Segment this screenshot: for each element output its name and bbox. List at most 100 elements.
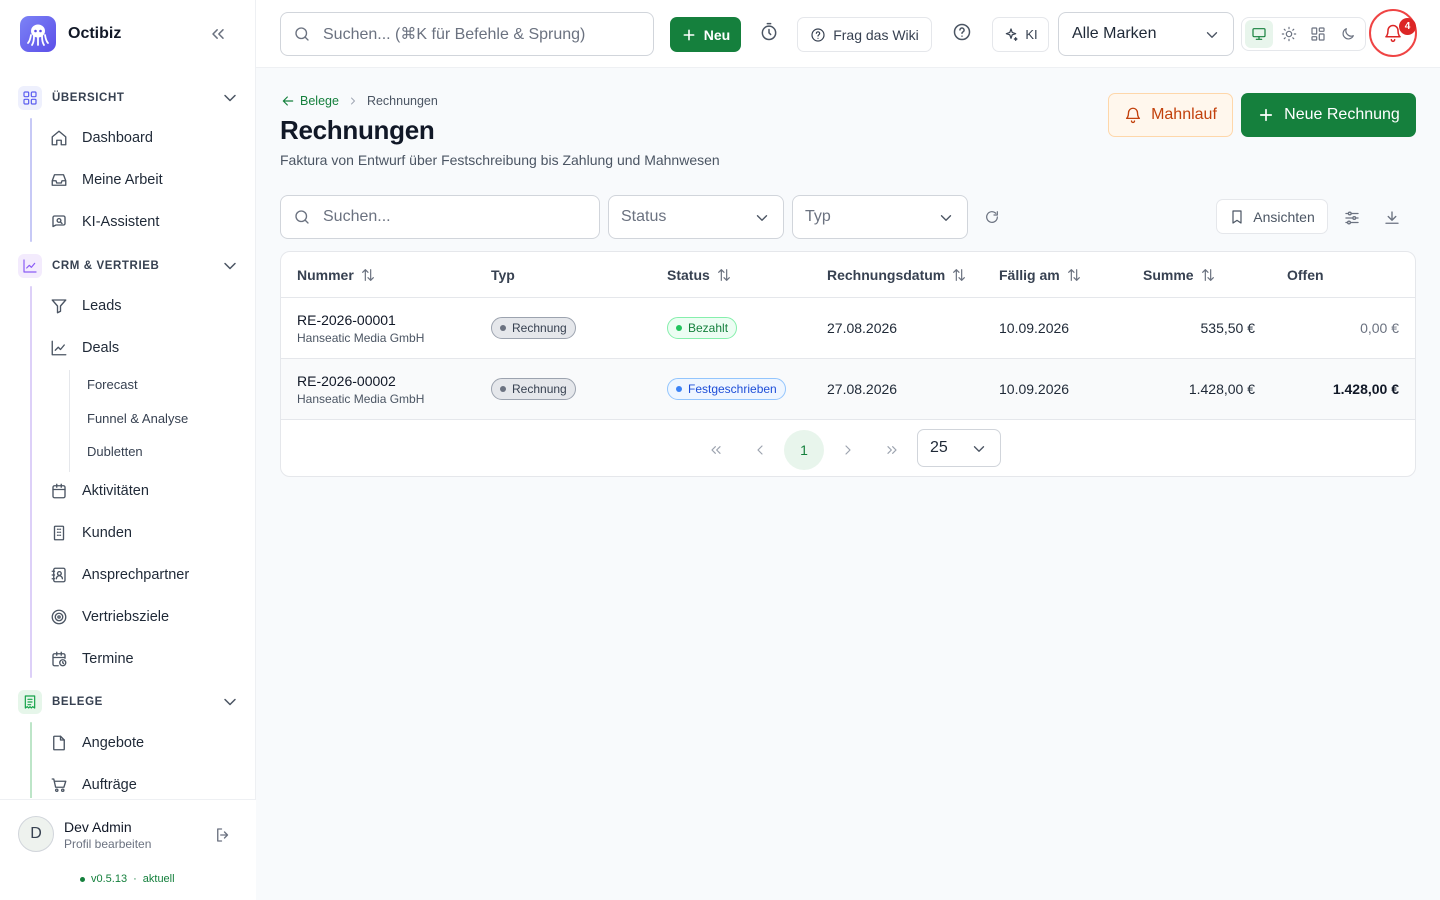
- nav-ai-assistant[interactable]: KI-Assistent: [50, 206, 159, 238]
- nav-appointments[interactable]: Termine: [50, 643, 134, 675]
- col-number[interactable]: Nummer: [297, 267, 376, 283]
- first-page-icon[interactable]: [696, 430, 736, 470]
- brand[interactable]: Octibiz: [20, 16, 121, 52]
- chevron-down-icon: [937, 209, 955, 227]
- nav-deals[interactable]: Deals: [50, 332, 119, 364]
- notifications-button[interactable]: 4: [1369, 9, 1417, 57]
- nav-label: Deals: [82, 340, 120, 356]
- nav-label: Leads: [82, 298, 122, 314]
- col-invoice-date[interactable]: Rechnungsdatum: [827, 267, 967, 283]
- saved-views-button[interactable]: Ansichten: [1216, 199, 1328, 234]
- invoice-date: 27.08.2026: [827, 381, 898, 397]
- sliders-icon[interactable]: [1343, 209, 1361, 227]
- layout-grid-icon[interactable]: [1305, 20, 1333, 48]
- section-label: ÜBERSICHT: [52, 92, 125, 104]
- chevron-down-icon: [220, 692, 240, 712]
- nav-sales-goals[interactable]: Vertriebsziele: [50, 601, 169, 633]
- ask-wiki-button[interactable]: Frag das Wiki: [797, 17, 932, 52]
- contact-card-icon: [51, 567, 66, 583]
- nav-label: Aktivitäten: [82, 483, 149, 499]
- help-icon[interactable]: [952, 22, 972, 42]
- col-type: Typ: [491, 267, 515, 283]
- user-panel: D Dev Admin Profil bearbeiten v0.5.13 · …: [0, 799, 256, 900]
- status-filter-select[interactable]: Status: [608, 195, 784, 239]
- nav-funnel[interactable]: Funnel & Analyse: [87, 411, 188, 426]
- breadcrumb-back-link[interactable]: Belege: [280, 93, 339, 109]
- nav-contacts[interactable]: Ansprechpartner: [50, 559, 189, 591]
- status-dot: [80, 876, 85, 882]
- global-search-input[interactable]: Suchen... (⌘K für Befehle & Sprung): [323, 24, 585, 44]
- nav-my-work[interactable]: Meine Arbeit: [50, 164, 163, 196]
- invoice-number[interactable]: RE-2026-00001: [297, 312, 396, 328]
- bell-icon: [1126, 107, 1141, 124]
- column-title: Typ: [491, 267, 515, 283]
- app-name: Octibiz: [68, 25, 122, 42]
- sum-value: 1.428,00 €: [1188, 381, 1255, 397]
- logout-icon[interactable]: [214, 826, 232, 844]
- home-icon: [51, 130, 67, 146]
- sun-icon[interactable]: [1275, 20, 1303, 48]
- chevron-down-icon: [753, 209, 771, 227]
- download-icon[interactable]: [1383, 209, 1401, 227]
- col-due-date[interactable]: Fällig am: [999, 267, 1082, 283]
- dunning-run-button[interactable]: Mahnlauf: [1108, 93, 1233, 137]
- section-documents[interactable]: BELEGE: [18, 690, 240, 714]
- nav-quotes[interactable]: Angebote: [50, 727, 144, 759]
- column-title: Offen: [1287, 267, 1324, 283]
- new-button[interactable]: Neu: [670, 17, 741, 52]
- section-line: [30, 286, 32, 678]
- building-icon: [53, 525, 65, 541]
- status-filter-value: Status: [621, 208, 667, 225]
- invoice-number[interactable]: RE-2026-00002: [297, 373, 396, 389]
- edit-profile-link[interactable]: Profil bearbeiten: [64, 837, 151, 851]
- invoice-date: 27.08.2026: [827, 320, 898, 336]
- next-page-icon[interactable]: [828, 430, 868, 470]
- type-filter-value: Typ: [805, 208, 831, 225]
- refresh-icon[interactable]: [984, 209, 1000, 225]
- last-page-icon[interactable]: [872, 430, 912, 470]
- invoice-search-input[interactable]: Suchen...: [323, 208, 391, 226]
- nav-label: Aufträge: [82, 777, 137, 793]
- nav-duplicates[interactable]: Dubletten: [87, 444, 143, 459]
- col-status[interactable]: Status: [667, 267, 732, 283]
- global-search[interactable]: Suchen... (⌘K für Befehle & Sprung): [280, 12, 654, 56]
- avatar[interactable]: D: [18, 816, 54, 852]
- arrow-left-icon: [282, 96, 294, 106]
- timer-icon[interactable]: [759, 22, 779, 42]
- nav-orders[interactable]: Aufträge: [50, 769, 137, 798]
- nav-dashboard[interactable]: Dashboard: [50, 122, 153, 154]
- table-row[interactable]: RE-2026-00002 Hanseatic Media GmbH Rechn…: [281, 359, 1415, 420]
- new-invoice-button[interactable]: Neue Rechnung: [1241, 93, 1416, 137]
- invoice-table: Nummer Typ Status Rechnungsdatum Fällig …: [280, 251, 1416, 477]
- calendar-clock-icon: [52, 651, 67, 667]
- column-title: Fällig am: [999, 267, 1060, 283]
- invoice-search[interactable]: Suchen...: [280, 195, 600, 239]
- nav-forecast[interactable]: Forecast: [87, 377, 138, 392]
- table-row[interactable]: RE-2026-00001 Hanseatic Media GmbH Rechn…: [281, 298, 1415, 359]
- page-size-select[interactable]: 25: [917, 429, 1001, 467]
- sparkles-icon: [1006, 27, 1018, 41]
- due-date: 10.09.2026: [999, 381, 1070, 397]
- collapse-sidebar-icon[interactable]: [208, 24, 228, 44]
- section-crm[interactable]: CRM & VERTRIEB: [18, 254, 240, 278]
- chevron-down-icon: [970, 440, 988, 458]
- status-badge-label: Bezahlt: [688, 321, 729, 335]
- brand-filter-select[interactable]: Alle Marken: [1058, 12, 1234, 56]
- col-sum[interactable]: Summe: [1143, 267, 1216, 283]
- page-button-current[interactable]: 1: [784, 430, 824, 470]
- section-overview[interactable]: ÜBERSICHT: [18, 86, 240, 110]
- nav-customers[interactable]: Kunden: [50, 517, 132, 549]
- nav-activities[interactable]: Aktivitäten: [50, 475, 149, 507]
- prev-page-icon[interactable]: [740, 430, 780, 470]
- column-title: Nummer: [297, 267, 354, 283]
- ai-button[interactable]: KI: [992, 17, 1049, 52]
- type-badge-label: Rechnung: [512, 382, 567, 396]
- moon-icon[interactable]: [1334, 20, 1362, 48]
- filter-icon: [51, 299, 67, 314]
- sort-icon: [1201, 269, 1214, 281]
- type-filter-select[interactable]: Typ: [792, 195, 968, 239]
- nav-leads[interactable]: Leads: [50, 290, 122, 322]
- chevron-down-icon: [1203, 26, 1221, 44]
- sidebar-nav: ÜBERSICHT Dashboard Meine Arbeit KI-Assi…: [0, 76, 256, 798]
- monitor-icon[interactable]: [1245, 20, 1273, 48]
